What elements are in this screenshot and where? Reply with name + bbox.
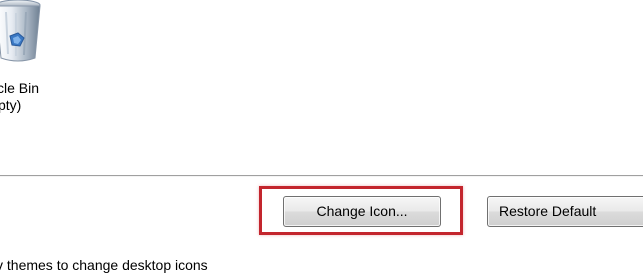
recycle-bin-icon (0, 0, 41, 62)
restore-default-button[interactable]: Restore Default (487, 196, 643, 227)
themes-hint-text: v themes to change desktop icons (0, 257, 208, 273)
change-icon-button[interactable]: Change Icon... (283, 196, 441, 227)
divider (0, 175, 643, 177)
desktop-icon-label-line1: cle Bin (0, 80, 40, 96)
desktop-icon-label-line2: pty) (0, 97, 22, 113)
desktop-icon-label: cle Bin pty) (0, 80, 39, 114)
